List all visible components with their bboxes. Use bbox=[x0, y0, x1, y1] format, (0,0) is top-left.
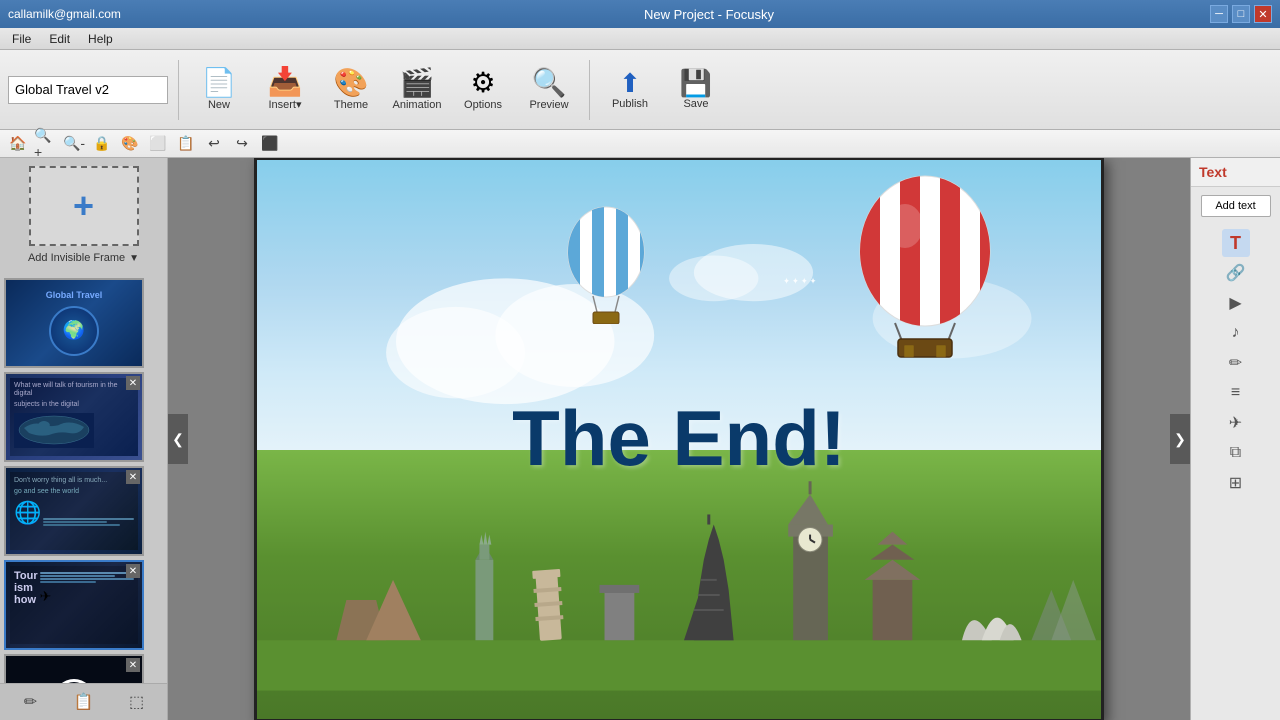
titlebar-spacer: callamilk@gmail.com bbox=[8, 7, 208, 21]
maximize-button[interactable]: □ bbox=[1232, 5, 1250, 23]
zoom-out-icon[interactable]: 🔍- bbox=[62, 132, 86, 156]
menubar: File Edit Help bbox=[0, 28, 1280, 50]
insert-icon: 📥 bbox=[268, 68, 303, 96]
preview-label: Preview bbox=[529, 99, 568, 111]
fullscreen-icon[interactable]: ⬛ bbox=[258, 132, 282, 156]
toolbar-separator-1 bbox=[178, 60, 179, 120]
theme-icon: 🎨 bbox=[334, 69, 369, 97]
slide-item-2[interactable]: ✕ What we will talk of tourism in the di… bbox=[4, 372, 144, 462]
preview-icon: 🔍 bbox=[532, 69, 567, 97]
save-label: Save bbox=[683, 98, 708, 110]
new-label: New bbox=[208, 99, 230, 111]
redo-icon[interactable]: ↪ bbox=[230, 132, 254, 156]
save-icon: 💾 bbox=[680, 70, 712, 96]
lines-icon[interactable]: ≡ bbox=[1222, 379, 1250, 407]
right-icon-row: T 🔗 ▶ ♪ ✏ ≡ ✈ ⧉ ⊞ bbox=[1191, 225, 1280, 501]
right-panel: Text Add text T 🔗 ▶ ♪ ✏ ≡ ✈ ⧉ ⊞ bbox=[1190, 158, 1280, 720]
balloon-red bbox=[850, 171, 1000, 361]
slide-close-4[interactable]: ✕ bbox=[126, 564, 140, 578]
home-icon[interactable]: 🏠 bbox=[6, 132, 30, 156]
undo-icon[interactable]: ↩ bbox=[202, 132, 226, 156]
canvas-nav-right[interactable]: ❯ bbox=[1170, 414, 1190, 464]
lock-icon[interactable]: 🔒 bbox=[90, 132, 114, 156]
slide-close-2[interactable]: ✕ bbox=[126, 376, 140, 390]
add-invisible-frame-button[interactable]: Add Invisible Frame ▼ bbox=[24, 250, 143, 266]
options-label: Options bbox=[464, 99, 502, 111]
canvas-nav-left[interactable]: ❮ bbox=[168, 414, 188, 464]
insert-button[interactable]: 📥 Insert▾ bbox=[255, 56, 315, 124]
save-button[interactable]: 💾 Save bbox=[666, 56, 726, 124]
toolbar: 📄 New 📥 Insert▾ 🎨 Theme 🎬 Animation ⚙ Op… bbox=[0, 50, 1280, 130]
menu-edit[interactable]: Edit bbox=[41, 30, 78, 48]
add-frame-icon: + bbox=[73, 185, 94, 227]
canvas-area: ❮ ❯ ✦ ✦ ✦ ✦ bbox=[168, 158, 1190, 720]
edit-bottom-button[interactable]: ✏ bbox=[15, 688, 47, 716]
options-button[interactable]: ⚙ Options bbox=[453, 56, 513, 124]
titlebar: callamilk@gmail.com New Project - Focusk… bbox=[0, 0, 1280, 28]
video-icon[interactable]: ▶ bbox=[1222, 289, 1250, 317]
titlebar-title: New Project - Focusky bbox=[208, 7, 1210, 22]
end-text: The End! bbox=[512, 393, 846, 484]
add-frame-button[interactable]: + bbox=[29, 166, 139, 246]
zoom-in-icon[interactable]: 🔍+ bbox=[34, 132, 58, 156]
slide-canvas[interactable]: ✦ ✦ ✦ ✦ bbox=[254, 158, 1104, 720]
slide-list: Global Travel 🌍 ✕ What we will talk of t… bbox=[0, 274, 167, 683]
minimize-button[interactable]: ─ bbox=[1210, 5, 1228, 23]
options-icon: ⚙ bbox=[470, 69, 495, 97]
menu-help[interactable]: Help bbox=[80, 30, 121, 48]
menu-file[interactable]: File bbox=[4, 30, 39, 48]
svg-text:✦ ✦ ✦ ✦: ✦ ✦ ✦ ✦ bbox=[783, 276, 817, 287]
slide-item-3[interactable]: ✕ Don't worry thing all is much... go an… bbox=[4, 466, 144, 556]
loading-spinner bbox=[54, 679, 94, 683]
copy-icon[interactable]: 📋 bbox=[174, 132, 198, 156]
publish-button[interactable]: ⬆ Publish bbox=[600, 56, 660, 124]
iconbar: 🏠 🔍+ 🔍- 🔒 🎨 ⬜ 📋 ↩ ↪ ⬛ bbox=[0, 130, 1280, 158]
theme-label: Theme bbox=[334, 99, 368, 111]
publish-label: Publish bbox=[612, 98, 648, 110]
main-area: + Add Invisible Frame ▼ Global Travel 🌍 bbox=[0, 158, 1280, 720]
slide-item-5[interactable]: ✕ bbox=[4, 654, 144, 683]
color-icon[interactable]: 🎨 bbox=[118, 132, 142, 156]
animation-label: Animation bbox=[393, 99, 442, 111]
add-invisible-frame-chevron: ▼ bbox=[129, 253, 139, 264]
brush-icon[interactable]: ✏ bbox=[1222, 349, 1250, 377]
right-panel-header: Text bbox=[1191, 158, 1280, 187]
more-icon[interactable]: ⊞ bbox=[1222, 469, 1250, 497]
add-frame-area: + Add Invisible Frame ▼ bbox=[0, 158, 167, 274]
slide-close-5[interactable]: ✕ bbox=[126, 658, 140, 672]
music-icon[interactable]: ♪ bbox=[1222, 319, 1250, 347]
theme-button[interactable]: 🎨 Theme bbox=[321, 56, 381, 124]
frame-bottom-button[interactable]: ⬚ bbox=[121, 688, 153, 716]
add-text-button[interactable]: Add text bbox=[1201, 195, 1271, 217]
left-bottom-icons: ✏ 📋 ⬚ bbox=[0, 683, 167, 720]
slide-close-3[interactable]: ✕ bbox=[126, 470, 140, 484]
frame-icon[interactable]: ⬜ bbox=[146, 132, 170, 156]
add-invisible-frame-label: Add Invisible Frame bbox=[28, 252, 125, 264]
animation-button[interactable]: 🎬 Animation bbox=[387, 56, 447, 124]
preview-button[interactable]: 🔍 Preview bbox=[519, 56, 579, 124]
left-panel: + Add Invisible Frame ▼ Global Travel 🌍 bbox=[0, 158, 168, 720]
text-format-icon[interactable]: T bbox=[1222, 229, 1250, 257]
new-icon: 📄 bbox=[202, 69, 237, 97]
slide-item-1[interactable]: Global Travel 🌍 bbox=[4, 278, 144, 368]
copy-panel-icon[interactable]: ⧉ bbox=[1222, 439, 1250, 467]
slide-item-4[interactable]: ✕ Tourismhow ✈ bbox=[4, 560, 144, 650]
animation-icon: 🎬 bbox=[400, 69, 435, 97]
link-icon[interactable]: 🔗 bbox=[1222, 259, 1250, 287]
insert-label: Insert▾ bbox=[268, 98, 301, 111]
titlebar-controls: ─ □ ✕ bbox=[1210, 5, 1272, 23]
balloon-blue bbox=[561, 204, 651, 324]
toolbar-separator-2 bbox=[589, 60, 590, 120]
close-button[interactable]: ✕ bbox=[1254, 5, 1272, 23]
new-button[interactable]: 📄 New bbox=[189, 56, 249, 124]
project-name-input[interactable] bbox=[8, 76, 168, 104]
list-bottom-button[interactable]: 📋 bbox=[68, 688, 100, 716]
plane-icon[interactable]: ✈ bbox=[1222, 409, 1250, 437]
publish-icon: ⬆ bbox=[619, 70, 641, 96]
